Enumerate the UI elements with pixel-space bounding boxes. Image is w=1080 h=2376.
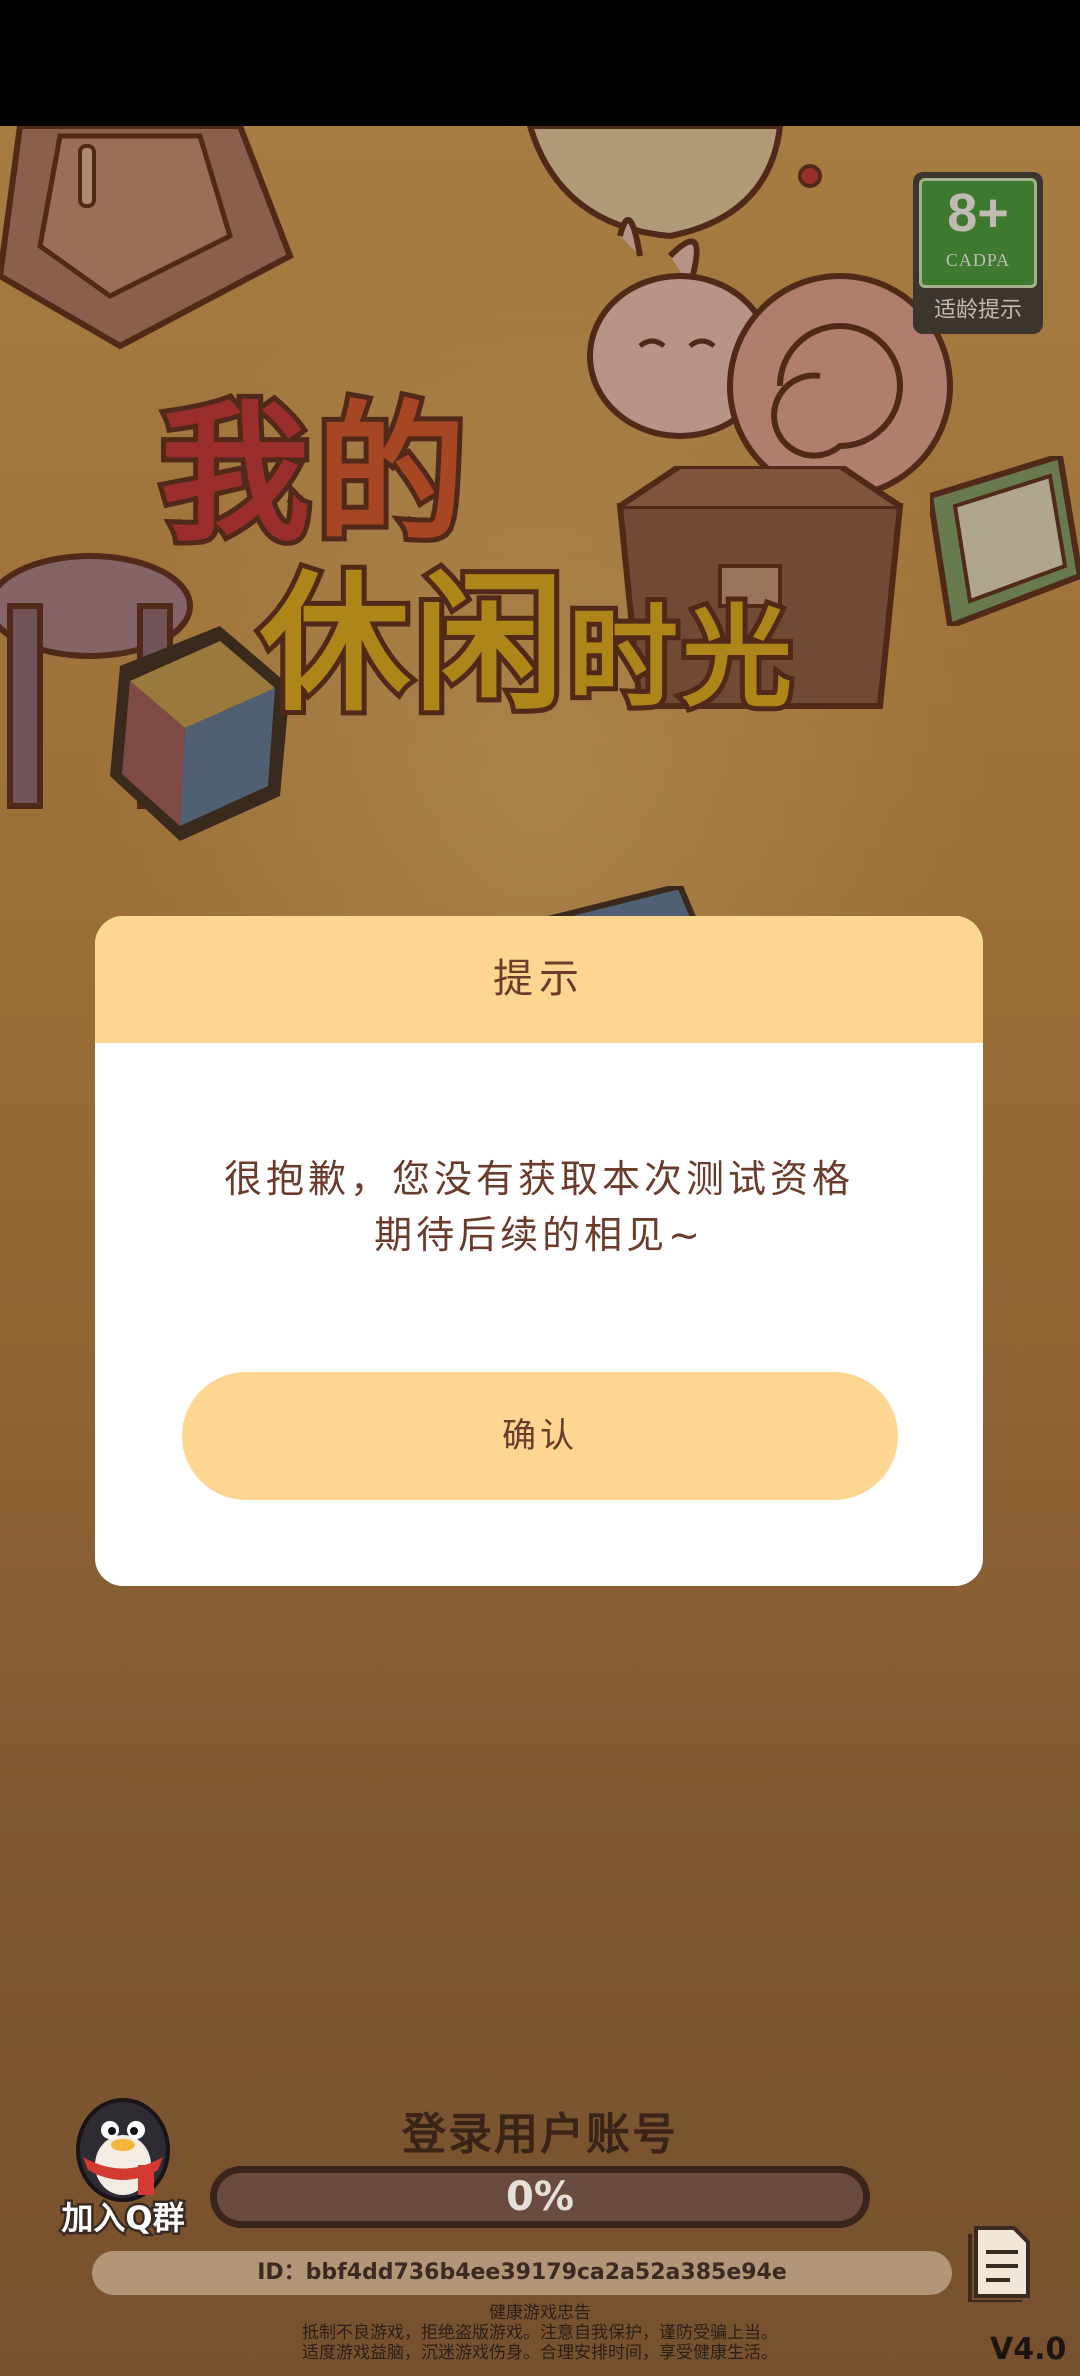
dialog-message: 很抱歉，您没有获取本次测试资格 期待后续的相见~ [95,1151,983,1263]
notice-dialog: 提示 很抱歉，您没有获取本次测试资格 期待后续的相见~ 确认 [95,916,983,1586]
status-bar [0,0,1080,126]
progress-percent: 0% [506,2174,574,2220]
confirm-button[interactable]: 确认 [182,1372,898,1500]
health-advisory-line-2: 适度游戏益脑，沉迷游戏伤身。合理安排时间，享受健康生活。 [302,2343,778,2363]
document-icon[interactable] [966,2222,1036,2302]
user-id-bar: ID：bbf4dd736b4ee39179ca2a52a385e94e [92,2251,952,2295]
version-label: V4.0 [990,2332,1067,2367]
dialog-message-line-2: 期待后续的相见~ [374,1213,704,1257]
game-background: 8+ CADPA 适龄提示 我的 休闲时光 加入Q群 登录用户账号 0% ID：… [0,126,1080,2376]
dialog-title: 提示 [95,916,983,1043]
qq-group-label: 加入Q群 [59,2197,187,2240]
health-advisory-title: 健康游戏忠告 [489,2303,591,2323]
loading-progress-bar: 0% [210,2166,870,2228]
health-advisory: 健康游戏忠告 抵制不良游戏，拒绝盗版游戏。注意自我保护，谨防受骗上当。 适度游戏… [0,2303,1080,2363]
login-status-text: 登录用户账号 [402,2109,678,2160]
dialog-message-line-1: 很抱歉，您没有获取本次测试资格 [223,1157,854,1201]
health-advisory-line-1: 抵制不良游戏，拒绝盗版游戏。注意自我保护，谨防受骗上当。 [302,2323,778,2343]
